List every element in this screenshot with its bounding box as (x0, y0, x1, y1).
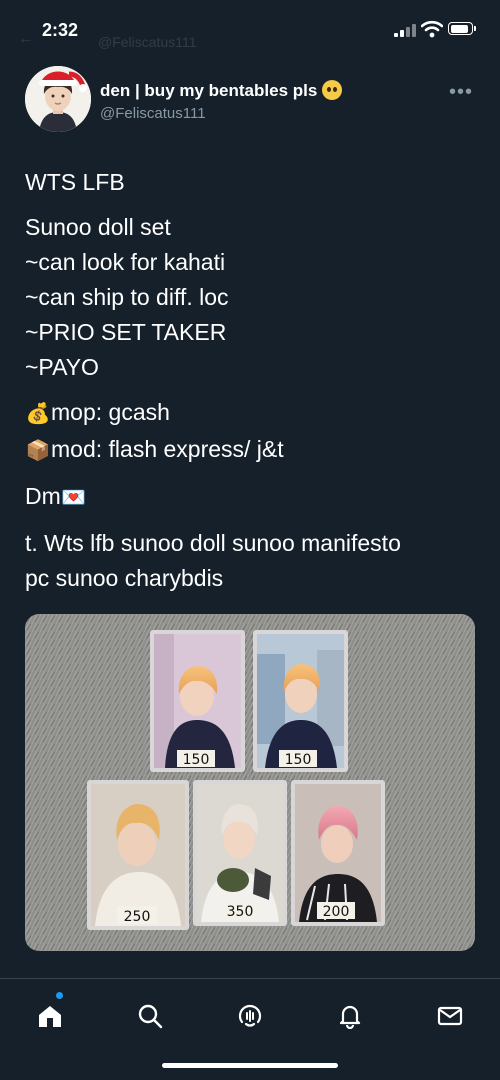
tweet-paragraph: t. Wts lfb sunoo doll sunoo manifesto pc… (25, 530, 401, 591)
wifi-icon (421, 20, 443, 38)
price-label: 150 (285, 752, 312, 768)
tweet-line: WTS LFB (25, 169, 125, 195)
tweet-photo[interactable]: 150 150 250 350 200 (25, 614, 475, 951)
spaces-icon[interactable] (228, 994, 272, 1038)
home-notification-dot (56, 992, 63, 999)
tweet-line: Dm💌 (25, 479, 475, 516)
tweet-paragraph: Sunoo doll set ~can look for kahati ~can… (25, 214, 229, 380)
scrolled-header-ghost: ← @Feliscatus111 (18, 30, 197, 50)
more-options-icon[interactable]: ••• (449, 81, 473, 104)
love-letter-icon: 💌 (61, 487, 87, 509)
tweet-paragraph: 💰mop: gcash 📦mod: flash express/ j&t (25, 395, 475, 469)
tweet-header: den | buy my bentables pls @Feliscatus11… (25, 66, 475, 136)
battery-icon (448, 22, 476, 35)
photocard: 200 (291, 780, 385, 926)
photocard: 250 (87, 780, 189, 930)
author-display-name[interactable]: den | buy my bentables pls (100, 80, 343, 101)
price-label: 250 (124, 909, 151, 925)
home-icon[interactable] (28, 994, 72, 1038)
package-icon: 📦 (25, 440, 51, 462)
money-bag-icon: 💰 (25, 403, 51, 425)
back-arrow-icon: ← (18, 30, 34, 47)
author-handle[interactable]: @Feliscatus111 (100, 105, 206, 122)
photocard: 350 (193, 780, 287, 926)
search-icon[interactable] (128, 994, 172, 1038)
home-indicator[interactable] (162, 1063, 338, 1068)
price-label: 350 (227, 904, 254, 920)
photocard: 150 (150, 630, 245, 772)
messages-icon[interactable] (428, 994, 472, 1038)
pleading-face-icon (322, 80, 343, 100)
tweet-text: WTS LFB Sunoo doll set ~can look for kah… (25, 165, 475, 606)
avatar[interactable] (25, 66, 91, 132)
cellular-signal-icon (394, 23, 416, 37)
price-label: 200 (323, 904, 350, 920)
price-label: 150 (183, 752, 210, 768)
notifications-icon[interactable] (328, 994, 372, 1038)
photocard: 150 (253, 630, 348, 772)
